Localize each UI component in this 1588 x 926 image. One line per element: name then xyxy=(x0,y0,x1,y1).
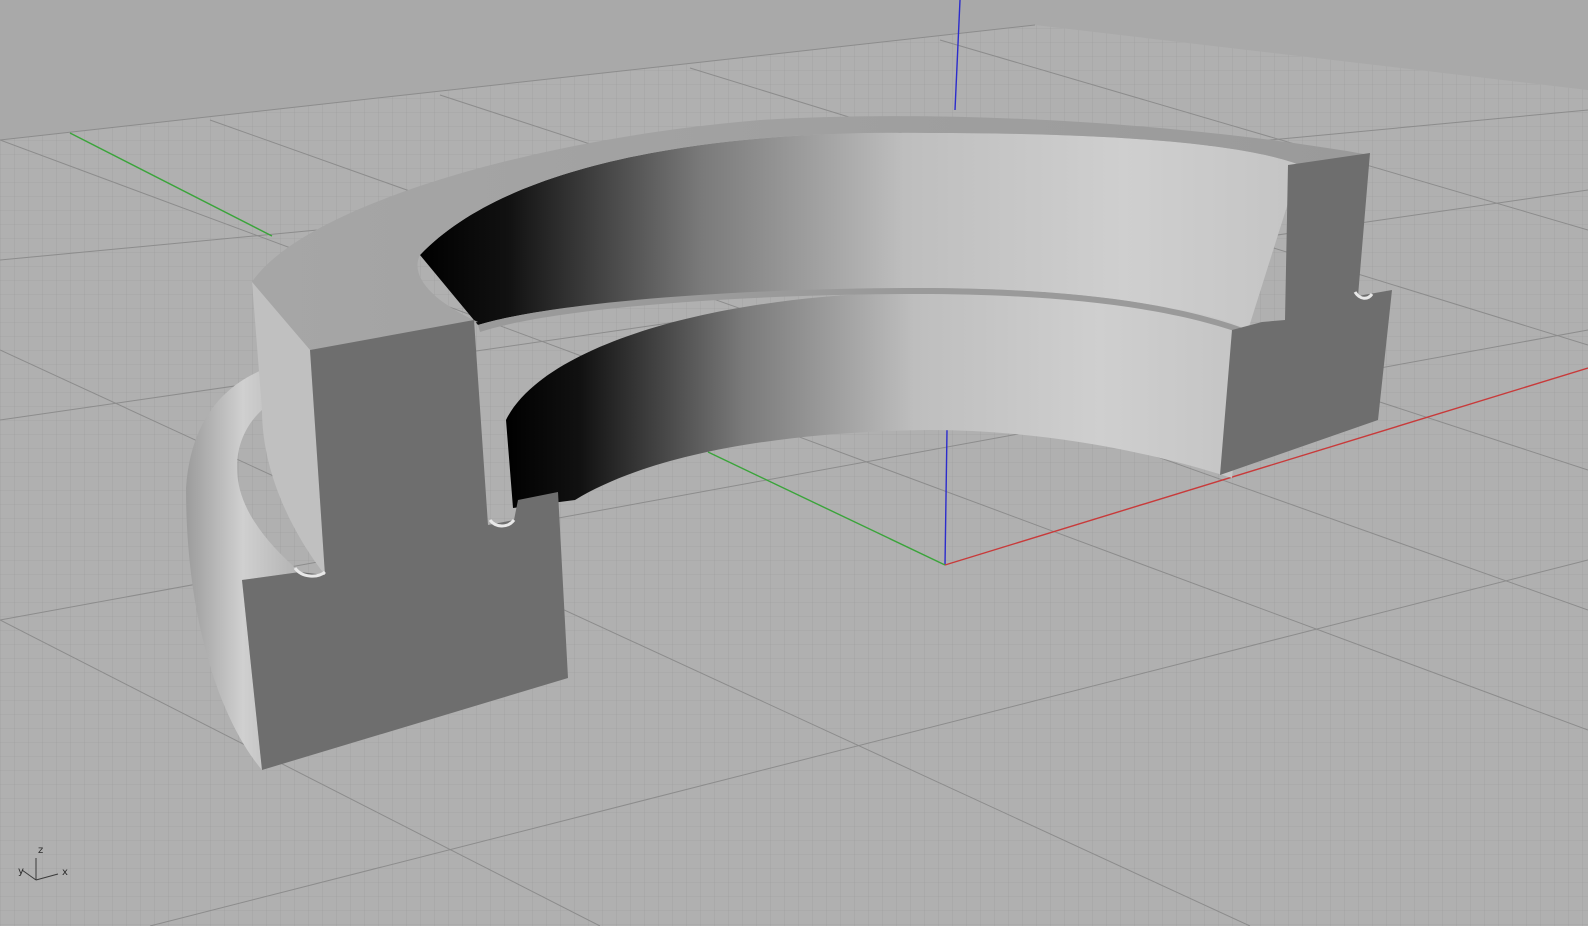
axis-widget-x-label: x xyxy=(62,867,68,878)
3d-viewport[interactable]: z y x xyxy=(0,0,1588,926)
viewport-canvas[interactable] xyxy=(0,0,1588,926)
axis-widget-z-label: z xyxy=(38,845,44,856)
axis-widget-y-label: y xyxy=(18,866,24,877)
